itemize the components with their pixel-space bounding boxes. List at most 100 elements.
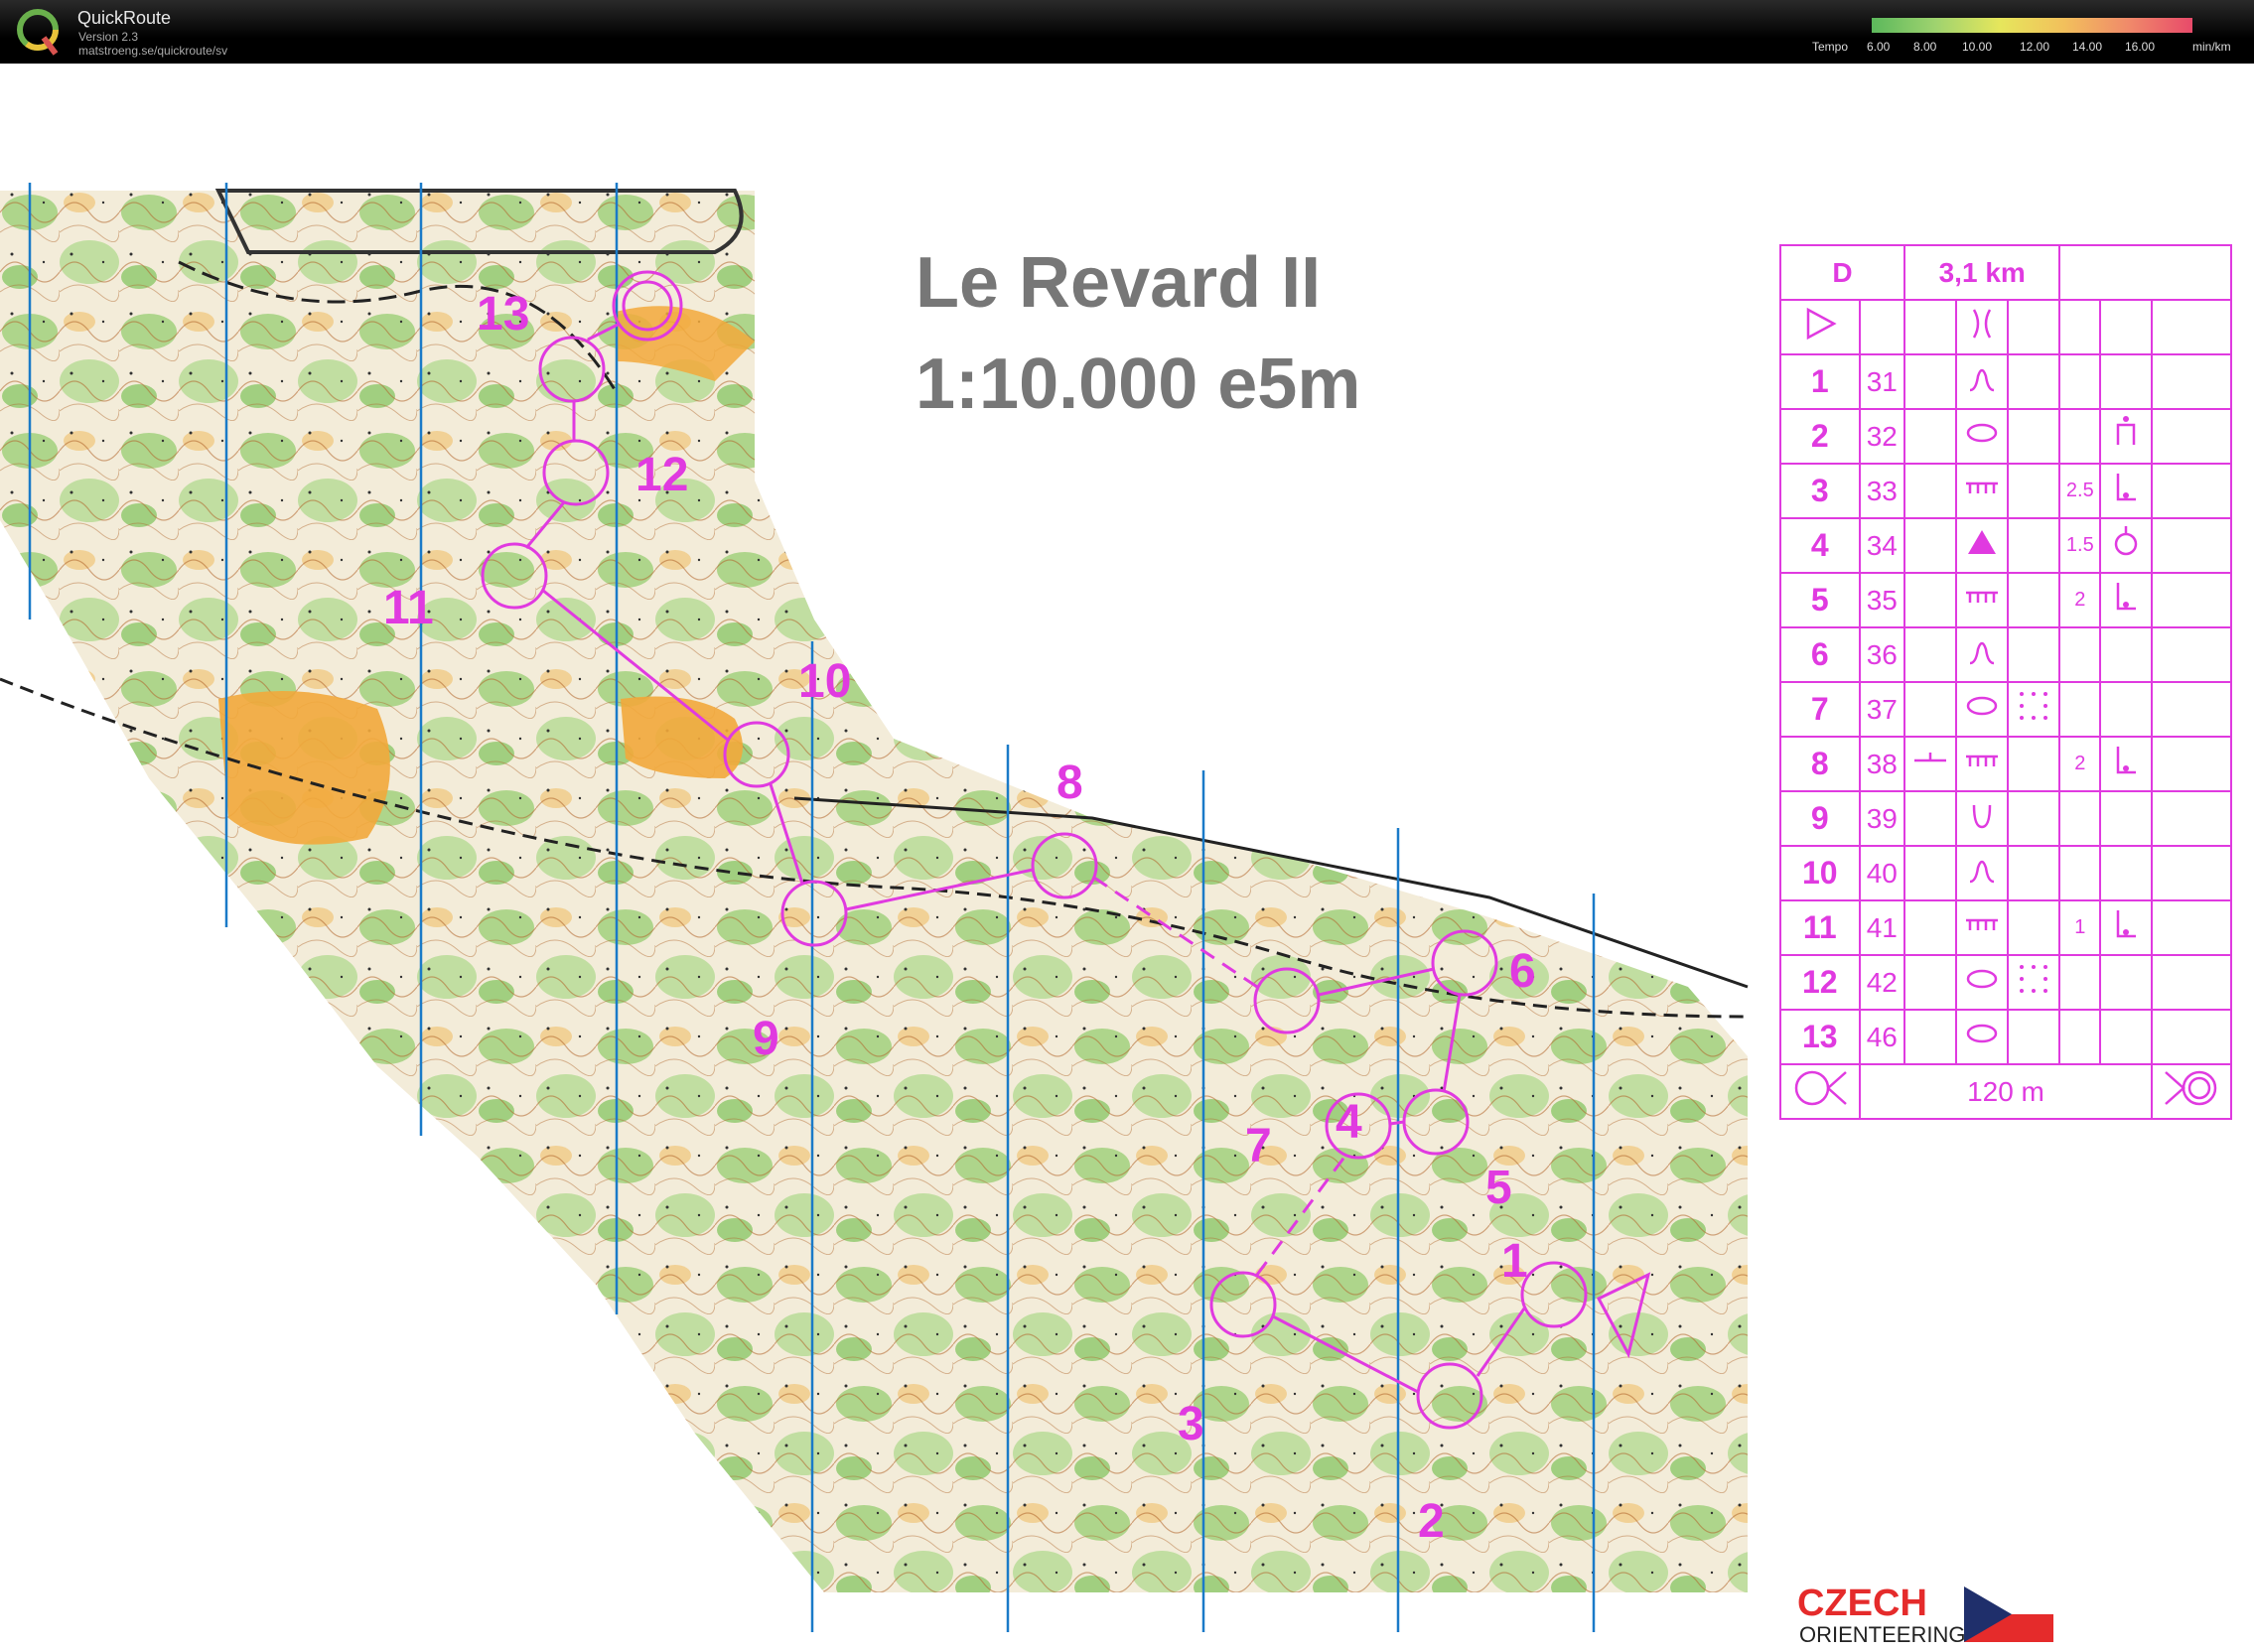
empty-cell [2151,408,2232,465]
empty-cell [1903,572,1958,628]
depression-oval-icon [1955,1009,2010,1065]
description-row: 7 37 [1779,681,2232,738]
empty-cell [2007,1009,2061,1065]
control-sequence: 8 [1779,736,1861,792]
empty-cell [2151,899,2232,956]
description-row: 12 42 [1779,954,2232,1011]
description-header: D 3,1 km [1778,244,2232,301]
pace-tick: 10.00 [1962,40,1993,54]
empty-cell [2151,463,2232,519]
pace-legend: Tempo 6.00 8.00 10.00 12.00 14.00 16.00 … [1807,16,2244,56]
empty-cell [2099,954,2154,1011]
empty-cell [1903,790,1958,847]
empty-cell [2151,626,2232,683]
description-row: 3 33 2.5 [1779,463,2232,519]
pace-color-bar [1872,18,2192,33]
description-row: 10 40 [1779,845,2232,901]
depression-oval-icon [1955,408,2010,465]
empty-cell [1903,681,1958,738]
control-sequence: 12 [1779,954,1861,1011]
finish-distance: 120 m [1858,1063,2154,1120]
knoll-profile-icon [1955,626,2010,683]
control-sequence: 7 [1779,681,1861,738]
dimension [2058,845,2102,901]
description-row: 11 41 1 [1779,899,2232,956]
empty-cell [2007,408,2061,465]
empty-cell [1903,626,1958,683]
control-label: 10 [798,655,851,708]
cliff-icon [1955,899,2010,956]
control-description-sheet: D 3,1 km 1 31 2 32 3 33 2.5 4 34 1.5 5 35 2 6 36 7 37 8 38… [1778,244,2232,1120]
foot-icon [2099,736,2154,792]
empty-cell [2007,845,2061,901]
control-label: 1 [1501,1235,1528,1288]
empty-cell [2099,790,2154,847]
line-mark-icon [1903,736,1958,792]
dimension: 2 [2058,572,2102,628]
pace-tick: 8.00 [1913,40,1937,54]
foot-icon [2099,463,2154,519]
empty-cell [2151,681,2232,738]
finish-row: 120 m [1779,1063,2232,1120]
dimension [2058,408,2102,465]
empty-cell [1903,463,1958,519]
czech-orienteering-logo: CZECH ORIENTEERING [1797,1583,2055,1652]
cliff-icon [1955,463,2010,519]
empty-cell [2099,626,2154,683]
empty-cell [1903,517,1958,574]
crossing-icon [1955,299,2010,355]
control-code: 42 [1858,954,1906,1011]
control-sequence: 2 [1779,408,1861,465]
description-row: 9 39 [1779,790,2232,847]
control-sequence: 3 [1779,463,1861,519]
empty-cell [2007,353,2061,410]
dots-icon [2007,954,2061,1011]
empty-cell [2151,845,2232,901]
finish-circle-icon [2151,1063,2232,1120]
control-sequence: 6 [1779,626,1861,683]
control-label: 3 [1178,1398,1204,1450]
control-label: 12 [635,449,688,501]
dimension: 2.5 [2058,463,2102,519]
app-url: matstroeng.se/quickroute/sv [78,44,228,58]
empty-cell [2151,353,2232,410]
dimension: 1 [2058,899,2102,956]
map-canvas[interactable]: 1 2 3 4 5 6 7 8 9 10 11 12 13 Le Revard … [0,64,2254,1647]
pace-tick: 16.00 [2125,40,2156,54]
empty-cell [2007,790,2061,847]
description-row: 5 35 2 [1779,572,2232,628]
finish-start-icon [1779,1063,1861,1120]
control-code: 31 [1858,353,1906,410]
control-code: 39 [1858,790,1906,847]
empty-cell [1903,353,1958,410]
czech-flag-icon [1964,1586,2053,1642]
logo-text-top: CZECH [1797,1583,1927,1624]
empty-cell [2151,954,2232,1011]
cliff-icon [1955,572,2010,628]
empty-cell [2099,353,2154,410]
control-sequence: 9 [1779,790,1861,847]
empty-cell [2099,1009,2154,1065]
foot-icon [2099,899,2154,956]
map-scale: 1:10.000 e5m [916,344,1361,424]
course-class: D [1778,244,1906,301]
empty-cell [1903,899,1958,956]
control-code: 34 [1858,517,1906,574]
control-code: 40 [1858,845,1906,901]
knoll-profile-icon [1955,845,2010,901]
empty-cell [2007,899,2061,956]
cliff-icon [1955,736,2010,792]
control-label: 4 [1336,1096,1362,1149]
title-bar: QuickRoute Version 2.3 matstroeng.se/qui… [0,0,2254,64]
control-sequence: 11 [1779,899,1861,956]
pace-unit: min/km [2192,40,2231,54]
app-version: Version 2.3 [78,30,139,44]
control-sequence: 10 [1779,845,1861,901]
control-code: 38 [1858,736,1906,792]
control-code: 37 [1858,681,1906,738]
depression-oval-icon [1955,954,2010,1011]
dots-icon [2007,681,2061,738]
top-foot-icon [2099,408,2154,465]
pace-tick: 6.00 [1867,40,1891,54]
pace-legend-label: Tempo [1812,40,1849,54]
